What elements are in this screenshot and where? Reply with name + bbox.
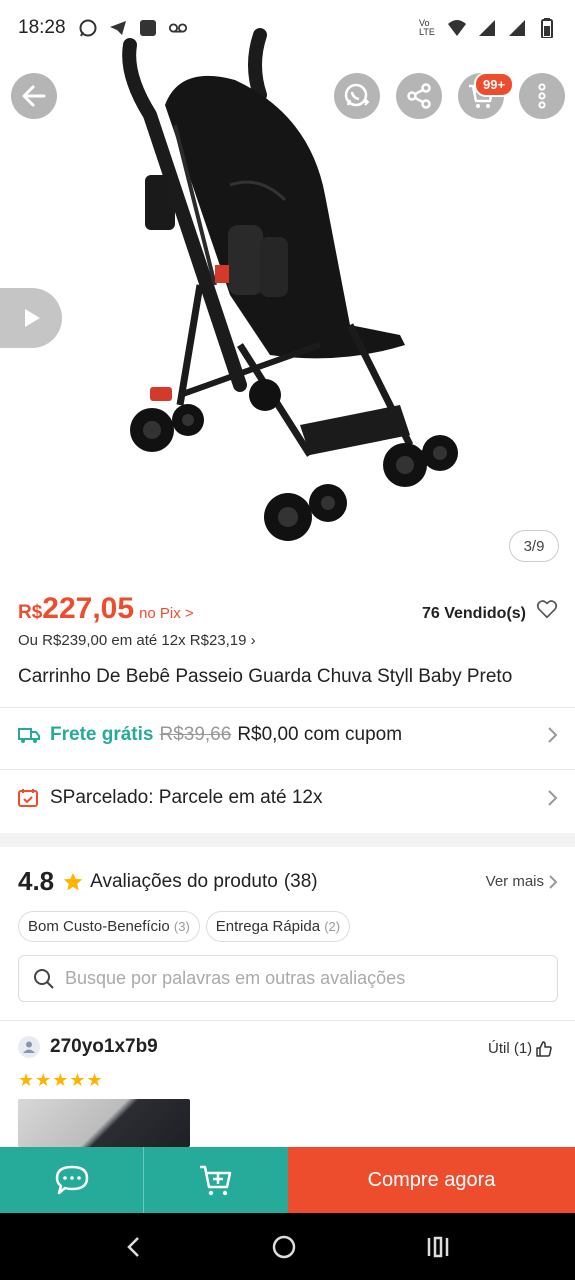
pix-link[interactable]: no Pix > xyxy=(139,605,194,622)
add-to-cart-button[interactable] xyxy=(144,1147,288,1213)
shipping-coupon-text: R$0,00 com cupom xyxy=(237,724,403,745)
chat-button[interactable] xyxy=(0,1147,144,1213)
review-username: 270yo1x7b9 xyxy=(50,1036,158,1057)
review-search-input[interactable] xyxy=(65,968,525,989)
nav-back-icon[interactable] xyxy=(124,1235,144,1259)
review-search-box[interactable] xyxy=(18,955,558,1002)
thumbs-up-icon xyxy=(536,1040,552,1057)
system-navigation-bar xyxy=(0,1213,575,1280)
review-filter-chips: Bom Custo-Benefício (3) Entrega Rápida (… xyxy=(18,911,351,942)
nav-recents-icon[interactable] xyxy=(425,1235,451,1259)
heart-icon[interactable] xyxy=(536,598,558,620)
reviews-title: Avaliações do produto xyxy=(90,870,278,892)
chip-entrega-rapida[interactable]: Entrega Rápida (2) xyxy=(205,911,351,942)
chip-label: Bom Custo-Benefício xyxy=(28,918,170,935)
price-currency: R$ xyxy=(18,602,43,623)
search-icon xyxy=(34,968,54,989)
more-vertical-icon xyxy=(538,83,546,109)
chip-count: (3) xyxy=(173,919,190,934)
installment-plan-text: SParcelado: Parcele em até 12x xyxy=(50,787,323,808)
status-bar: 18:28 Vo LTE xyxy=(0,0,575,56)
divider xyxy=(0,1020,575,1021)
chip-count: (2) xyxy=(324,919,341,934)
chevron-right-icon xyxy=(549,874,558,889)
star-icon xyxy=(63,872,83,890)
whatsapp-icon xyxy=(78,18,98,38)
more-options-button[interactable] xyxy=(519,73,565,119)
signal-icon xyxy=(477,18,497,38)
chevron-right-icon xyxy=(548,790,558,806)
chevron-right-icon xyxy=(548,727,558,743)
share-icon xyxy=(407,83,431,109)
shipping-row[interactable]: Frete grátis R$39,66 R$0,00 com cupom xyxy=(18,724,558,746)
calendar-icon xyxy=(18,787,40,809)
image-counter: 3/9 xyxy=(509,530,559,562)
volte-icon: Vo LTE xyxy=(419,18,435,37)
cart-count-badge: 99+ xyxy=(474,72,515,97)
whatsapp-icon xyxy=(344,83,370,107)
section-separator xyxy=(0,833,575,847)
play-video-button[interactable] xyxy=(0,288,62,348)
review-stars: ★★★★★ xyxy=(18,1070,104,1090)
play-icon xyxy=(25,309,40,327)
bottom-action-bar: Compre agora xyxy=(0,1147,575,1213)
installment-plan-row[interactable]: SParcelado: Parcele em até 12x xyxy=(18,787,558,809)
rating-value: 4.8 xyxy=(18,866,55,896)
chat-icon xyxy=(55,1165,88,1195)
shipping-old-price: R$39,66 xyxy=(159,724,232,745)
app-icon xyxy=(138,18,158,38)
chip-label: Entrega Rápida xyxy=(215,918,321,935)
useful-button[interactable]: Útil (1) xyxy=(488,1040,552,1057)
review-photo[interactable] xyxy=(18,1099,190,1147)
voicemail-icon xyxy=(168,18,188,38)
truck-icon xyxy=(18,724,40,746)
product-title: Carrinho De Bebê Passeio Guarda Chuva St… xyxy=(18,666,513,687)
useful-label: Útil (1) xyxy=(488,1040,533,1057)
free-shipping-label: Frete grátis xyxy=(50,724,154,745)
avatar xyxy=(18,1036,40,1058)
see-more-reviews-link[interactable]: Ver mais xyxy=(486,873,558,890)
reviews-count: (38) xyxy=(283,870,318,892)
price-amount: 227,05 xyxy=(42,592,135,625)
telegram-icon xyxy=(108,18,128,38)
clock: 18:28 xyxy=(18,17,66,38)
see-more-label: Ver mais xyxy=(485,873,544,890)
review-author: 270yo1x7b9 xyxy=(18,1036,158,1058)
nav-home-icon[interactable] xyxy=(271,1234,297,1260)
divider xyxy=(0,769,575,770)
wifi-icon xyxy=(447,18,467,38)
installments-link[interactable]: Ou R$239,00 em até 12x R$23,19 › xyxy=(18,632,256,649)
user-icon xyxy=(23,1041,35,1053)
whatsapp-share-button[interactable] xyxy=(334,73,380,119)
battery-icon xyxy=(537,18,557,38)
reviews-header: 4.8 Avaliações do produto (38) Ver mais xyxy=(18,866,558,897)
chip-bom-custo-beneficio[interactable]: Bom Custo-Benefício (3) xyxy=(18,911,200,942)
arrow-left-icon xyxy=(22,85,46,107)
price-row: R$ 227,05 no Pix > 76 Vendido(s) xyxy=(18,592,558,626)
product-image-gallery[interactable]: 99+ 3/9 xyxy=(0,0,575,580)
add-to-cart-icon xyxy=(200,1165,232,1196)
sold-count: 76 Vendido(s) xyxy=(421,605,526,622)
divider xyxy=(0,707,575,708)
signal-icon xyxy=(507,18,527,38)
share-button[interactable] xyxy=(396,73,442,119)
back-button[interactable] xyxy=(11,73,57,119)
buy-now-button[interactable]: Compre agora xyxy=(288,1147,575,1213)
